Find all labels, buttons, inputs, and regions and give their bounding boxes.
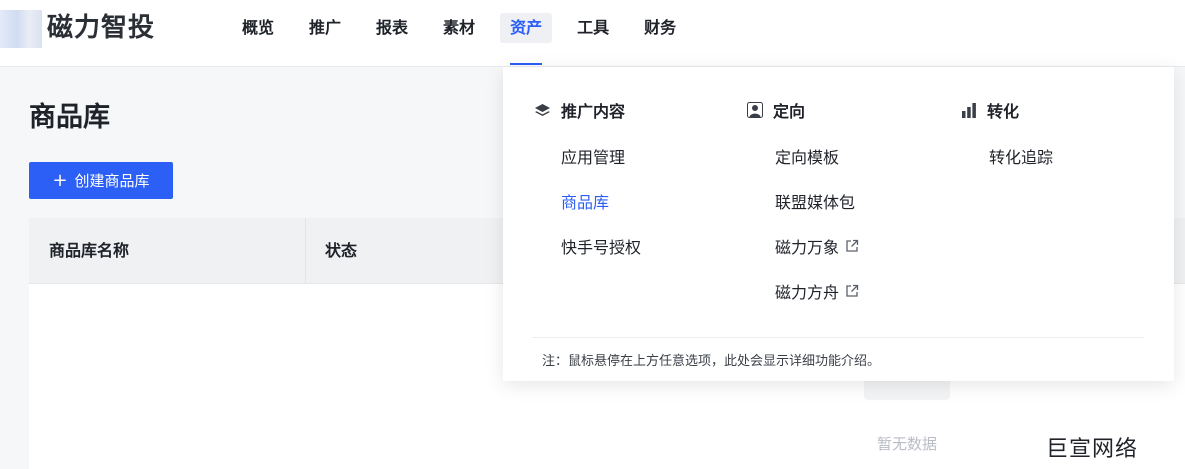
column-divider (305, 218, 306, 283)
nav-item-promotion[interactable]: 推广 (299, 13, 351, 43)
bar-chart-icon (962, 102, 976, 118)
menu-item-alliance-media-package[interactable]: 联盟媒体包 (775, 189, 855, 213)
empty-state-text: 暂无数据 (877, 435, 938, 453)
user-icon (747, 102, 763, 118)
menu-item-conversion-tracking[interactable]: 转化追踪 (989, 144, 1053, 168)
nav-item-reports[interactable]: 报表 (366, 13, 418, 43)
menu-item-targeting-template[interactable]: 定向模板 (775, 144, 839, 168)
menu-group-promotion-content: 推广内容 (534, 98, 625, 122)
brand-name: 磁力智投 (47, 13, 156, 43)
menu-group-heading: 定向 (773, 102, 806, 121)
page-title: 商品库 (29, 102, 110, 133)
create-button-label: 创建商品库 (74, 172, 150, 190)
menu-item-label: 磁力方舟 (775, 283, 840, 302)
menu-group-heading: 推广内容 (561, 102, 626, 121)
nav-item-tools[interactable]: 工具 (567, 13, 619, 43)
external-link-icon (846, 284, 859, 297)
menu-group-heading: 转化 (987, 102, 1020, 121)
top-navigation-bar: 磁力智投 概览 推广 报表 素材 资产 工具 财务 (0, 0, 1185, 67)
menu-item-label: 磁力万象 (775, 238, 840, 257)
nav-item-assets[interactable]: 资产 (500, 13, 553, 65)
watermark-text: 巨宣网络 (1046, 437, 1139, 462)
layers-icon (535, 103, 550, 116)
menu-item-cili-fangzhou[interactable]: 磁力方舟 (775, 279, 859, 303)
assets-dropdown-menu: 推广内容 应用管理 商品库 快手号授权 定向 定向模板 联盟媒体包 磁力万象 磁… (503, 67, 1174, 381)
menu-item-kuaishou-authorization[interactable]: 快手号授权 (561, 234, 641, 258)
menu-group-conversion: 转化 (961, 98, 1019, 122)
main-nav: 概览 推广 报表 素材 资产 工具 财务 (232, 13, 701, 65)
create-product-library-button[interactable]: + 创建商品库 (29, 162, 173, 199)
nav-item-overview[interactable]: 概览 (232, 13, 284, 43)
menu-divider (532, 337, 1144, 338)
menu-hint-note: 注：鼠标悬停在上方任意选项，此处会显示详细功能介绍。 (542, 354, 881, 369)
menu-item-product-library[interactable]: 商品库 (561, 189, 609, 213)
nav-item-materials[interactable]: 素材 (433, 13, 485, 43)
column-header-name: 商品库名称 (49, 241, 130, 260)
menu-group-targeting: 定向 (747, 98, 805, 122)
external-link-icon (846, 239, 859, 252)
logo-icon (0, 10, 42, 48)
nav-item-finance[interactable]: 财务 (634, 13, 686, 43)
menu-item-cili-wanxiang[interactable]: 磁力万象 (775, 234, 859, 258)
plus-icon: + (52, 169, 68, 191)
menu-item-app-management[interactable]: 应用管理 (561, 144, 625, 168)
column-header-status: 状态 (325, 241, 358, 260)
